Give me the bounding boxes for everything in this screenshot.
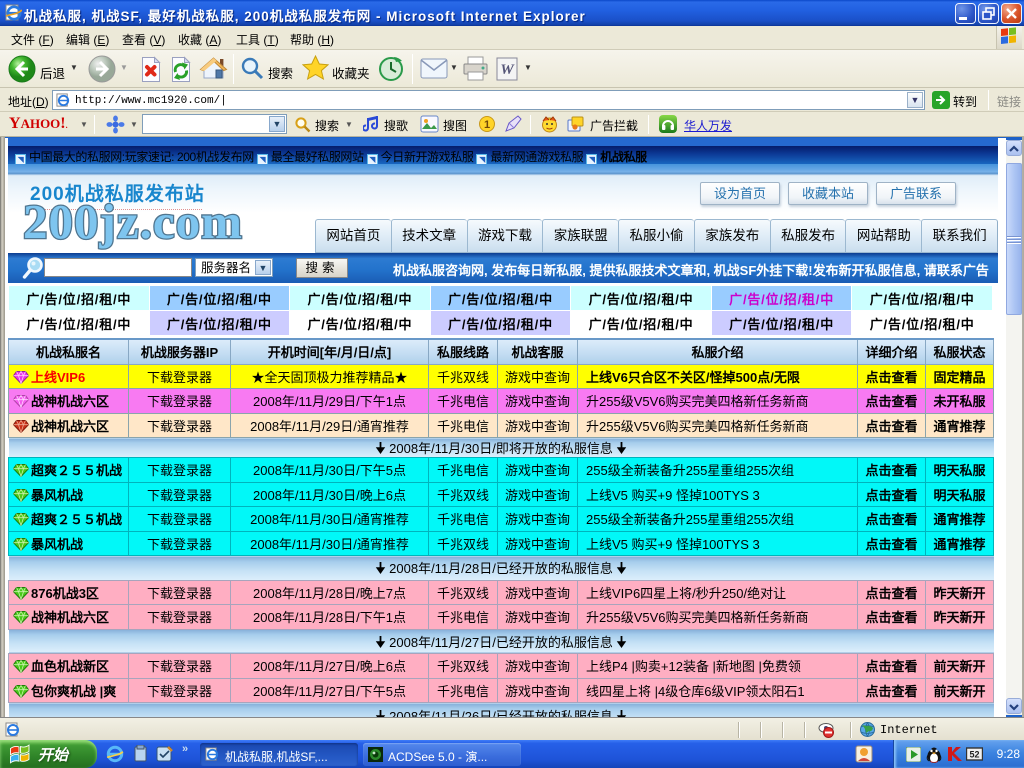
svg-text:W: W — [500, 62, 515, 78]
svg-text:200jz.com: 200jz.com — [23, 194, 243, 249]
svg-text:1: 1 — [484, 119, 490, 131]
svg-text:52: 52 — [969, 750, 979, 760]
